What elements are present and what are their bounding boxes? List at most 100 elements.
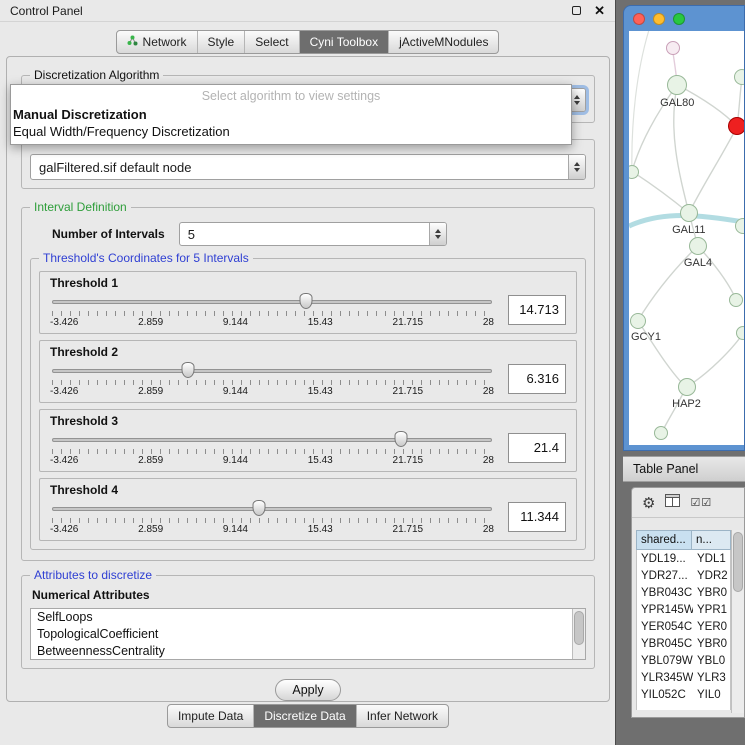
table-cell: YPR1: [693, 601, 730, 618]
slider-track[interactable]: [52, 507, 492, 511]
combobox-stepper-icon[interactable]: [568, 155, 585, 179]
attributes-scrollbar[interactable]: [572, 609, 585, 659]
combobox-stepper-icon[interactable]: [429, 223, 446, 245]
tab-label: Select: [255, 35, 288, 49]
close-icon[interactable]: ✕: [594, 4, 605, 17]
scale-label: 28: [483, 524, 494, 535]
tab-label: Cyni Toolbox: [310, 35, 378, 49]
threshold-slider[interactable]: -3.4262.8599.14415.4321.71528: [50, 291, 494, 328]
select-columns-icon[interactable]: ☑☑: [690, 496, 712, 509]
slider-ticks: [52, 380, 492, 385]
table-row[interactable]: YIL052CYIL0: [637, 686, 730, 703]
control-panel-window: Control Panel ✕ Network Style Select Cyni T…: [0, 0, 616, 745]
tab-label: Discretize Data: [264, 709, 345, 723]
tab-impute-data[interactable]: Impute Data: [168, 705, 254, 727]
network-node[interactable]: [729, 293, 743, 307]
numerical-attributes-list[interactable]: SelfLoopsTopologicalCoefficientBetweenne…: [30, 608, 586, 660]
float-panel-icon[interactable]: [572, 6, 581, 15]
network-node[interactable]: [734, 69, 744, 85]
scale-label: 15.43: [308, 524, 333, 535]
network-node[interactable]: [630, 313, 646, 329]
scrollbar-thumb[interactable]: [574, 611, 584, 645]
zoom-traffic-icon[interactable]: [673, 13, 685, 25]
table-panel-titlebar[interactable]: Table Panel: [623, 456, 745, 482]
list-item[interactable]: TopologicalCoefficient: [31, 626, 585, 643]
close-traffic-icon[interactable]: [633, 13, 645, 25]
threshold-slider[interactable]: -3.4262.8599.14415.4321.71528: [50, 498, 494, 535]
columns-icon[interactable]: [665, 494, 680, 512]
tab-infer-network[interactable]: Infer Network: [357, 705, 448, 727]
column-header[interactable]: n...: [692, 530, 731, 550]
column-header[interactable]: shared...: [636, 530, 692, 550]
gear-icon[interactable]: ⚙: [642, 494, 655, 512]
threshold-value-field[interactable]: 21.4: [508, 433, 566, 463]
table-data-combobox-value: galFiltered.sif default node: [31, 160, 568, 175]
threshold-value-field[interactable]: 11.344: [508, 502, 566, 532]
tab-cyni-toolbox[interactable]: Cyni Toolbox: [300, 31, 389, 53]
scale-label: -3.426: [50, 524, 78, 535]
network-view-window: GAL80GAL11GAL4GCY1HAP2: [623, 5, 745, 451]
threshold-value-field[interactable]: 14.713: [508, 295, 566, 325]
algorithm-dropdown-popup: Select algorithm to view settings Manual…: [10, 84, 572, 145]
network-node[interactable]: [689, 237, 707, 255]
scrollbar-thumb[interactable]: [733, 532, 743, 592]
table-row[interactable]: YBL079WYBL0: [637, 652, 730, 669]
table-cell: YBL0: [693, 652, 730, 669]
table-scrollbar[interactable]: [731, 530, 744, 713]
scale-label: 2.859: [138, 524, 163, 535]
threshold-slider[interactable]: -3.4262.8599.14415.4321.71528: [50, 360, 494, 397]
threshold-slider[interactable]: -3.4262.8599.14415.4321.71528: [50, 429, 494, 466]
dropdown-option[interactable]: Manual Discretization: [11, 106, 571, 123]
network-node[interactable]: [736, 326, 744, 340]
slider-thumb[interactable]: [394, 431, 407, 447]
table-row[interactable]: YBR043CYBR0: [637, 584, 730, 601]
apply-button[interactable]: Apply: [275, 679, 340, 701]
dropdown-option[interactable]: Equal Width/Frequency Discretization: [11, 123, 571, 140]
table-row[interactable]: YPR145WYPR1: [637, 601, 730, 618]
network-node[interactable]: [728, 117, 744, 135]
network-canvas[interactable]: GAL80GAL11GAL4GCY1HAP2: [629, 31, 744, 445]
scale-label: 9.144: [223, 317, 248, 328]
table-toolbar: ⚙ ☑☑: [632, 488, 744, 518]
tab-style[interactable]: Style: [198, 31, 246, 53]
list-item[interactable]: SelfLoops: [31, 609, 585, 626]
scale-label: 21.715: [393, 524, 424, 535]
threshold-block: Threshold 2 -3.4262.8599.14415.4321.7152…: [39, 340, 577, 403]
network-node[interactable]: [680, 204, 698, 222]
control-panel-titlebar: Control Panel ✕: [0, 0, 615, 22]
scale-label: 2.859: [138, 317, 163, 328]
group-title: Discretization Algorithm: [30, 68, 163, 82]
table-row[interactable]: YDR27...YDR2: [637, 567, 730, 584]
network-node[interactable]: [666, 41, 680, 55]
slider-ticks: [52, 449, 492, 454]
slider-track[interactable]: [52, 438, 492, 442]
tab-jactivemnodules[interactable]: jActiveMNodules: [389, 31, 498, 53]
network-node[interactable]: [678, 378, 696, 396]
slider-track[interactable]: [52, 369, 492, 373]
network-node[interactable]: [654, 426, 668, 440]
tab-label: Style: [208, 35, 235, 49]
table-row[interactable]: YBR045CYBR0: [637, 635, 730, 652]
network-node[interactable]: [735, 218, 744, 234]
scale-label: 15.43: [308, 386, 333, 397]
threshold-label: Threshold 3: [50, 414, 566, 428]
slider-track[interactable]: [52, 300, 492, 304]
list-item[interactable]: BetweennessCentrality: [31, 643, 585, 660]
slider-thumb[interactable]: [252, 500, 265, 516]
table-cell: YBR0: [693, 635, 730, 652]
table-row[interactable]: YDL19...YDL1: [637, 550, 730, 567]
tab-select[interactable]: Select: [245, 31, 299, 53]
minimize-traffic-icon[interactable]: [653, 13, 665, 25]
table-row[interactable]: YLR345WYLR3: [637, 669, 730, 686]
table-data-combobox[interactable]: galFiltered.sif default node: [30, 154, 586, 180]
table-row[interactable]: YER054CYER0: [637, 618, 730, 635]
tab-discretize-data[interactable]: Discretize Data: [254, 705, 356, 727]
tab-network[interactable]: Network: [117, 31, 198, 53]
table-panel-window: ⚙ ☑☑ shared...n... YDL19...YDL1YDR27...Y…: [631, 487, 745, 718]
slider-thumb[interactable]: [300, 293, 313, 309]
threshold-value-field[interactable]: 6.316: [508, 364, 566, 394]
slider-thumb[interactable]: [181, 362, 194, 378]
scale-label: 28: [483, 386, 494, 397]
number-of-intervals-combobox[interactable]: 5: [179, 222, 447, 246]
network-node[interactable]: [667, 75, 687, 95]
